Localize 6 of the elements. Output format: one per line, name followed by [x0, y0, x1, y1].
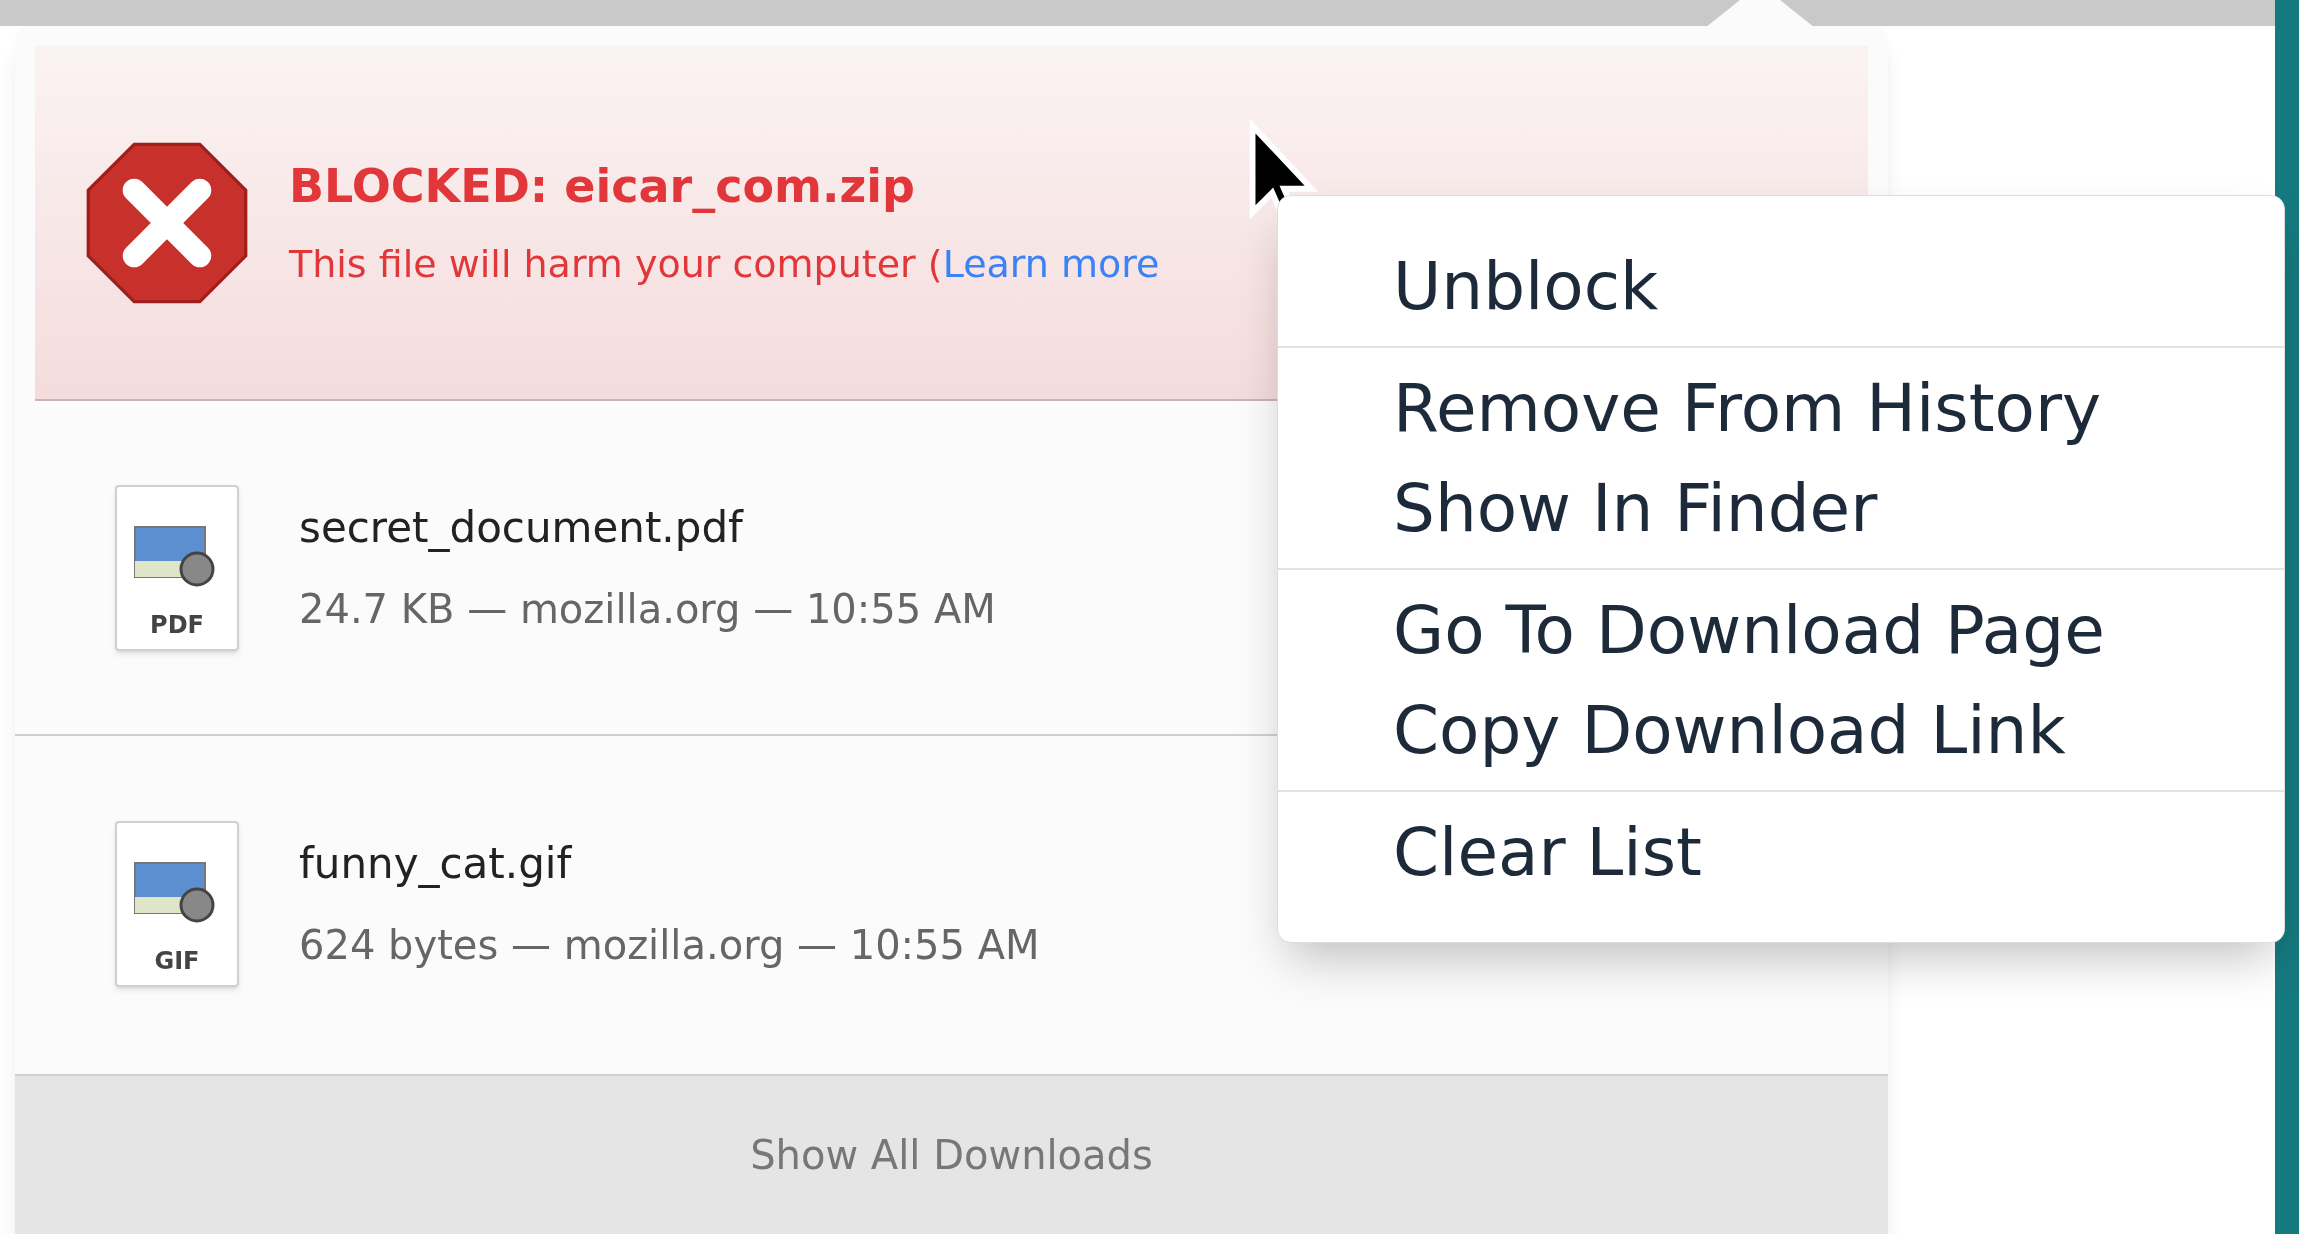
show-all-downloads-button[interactable]: Show All Downloads [15, 1074, 1888, 1234]
file-type-label: GIF [154, 948, 200, 973]
warning-message: This file will harm your computer ( [289, 241, 943, 286]
file-type-label: PDF [150, 612, 204, 637]
menu-item[interactable]: Clear List [1278, 802, 2284, 902]
error-stop-icon [85, 140, 249, 305]
